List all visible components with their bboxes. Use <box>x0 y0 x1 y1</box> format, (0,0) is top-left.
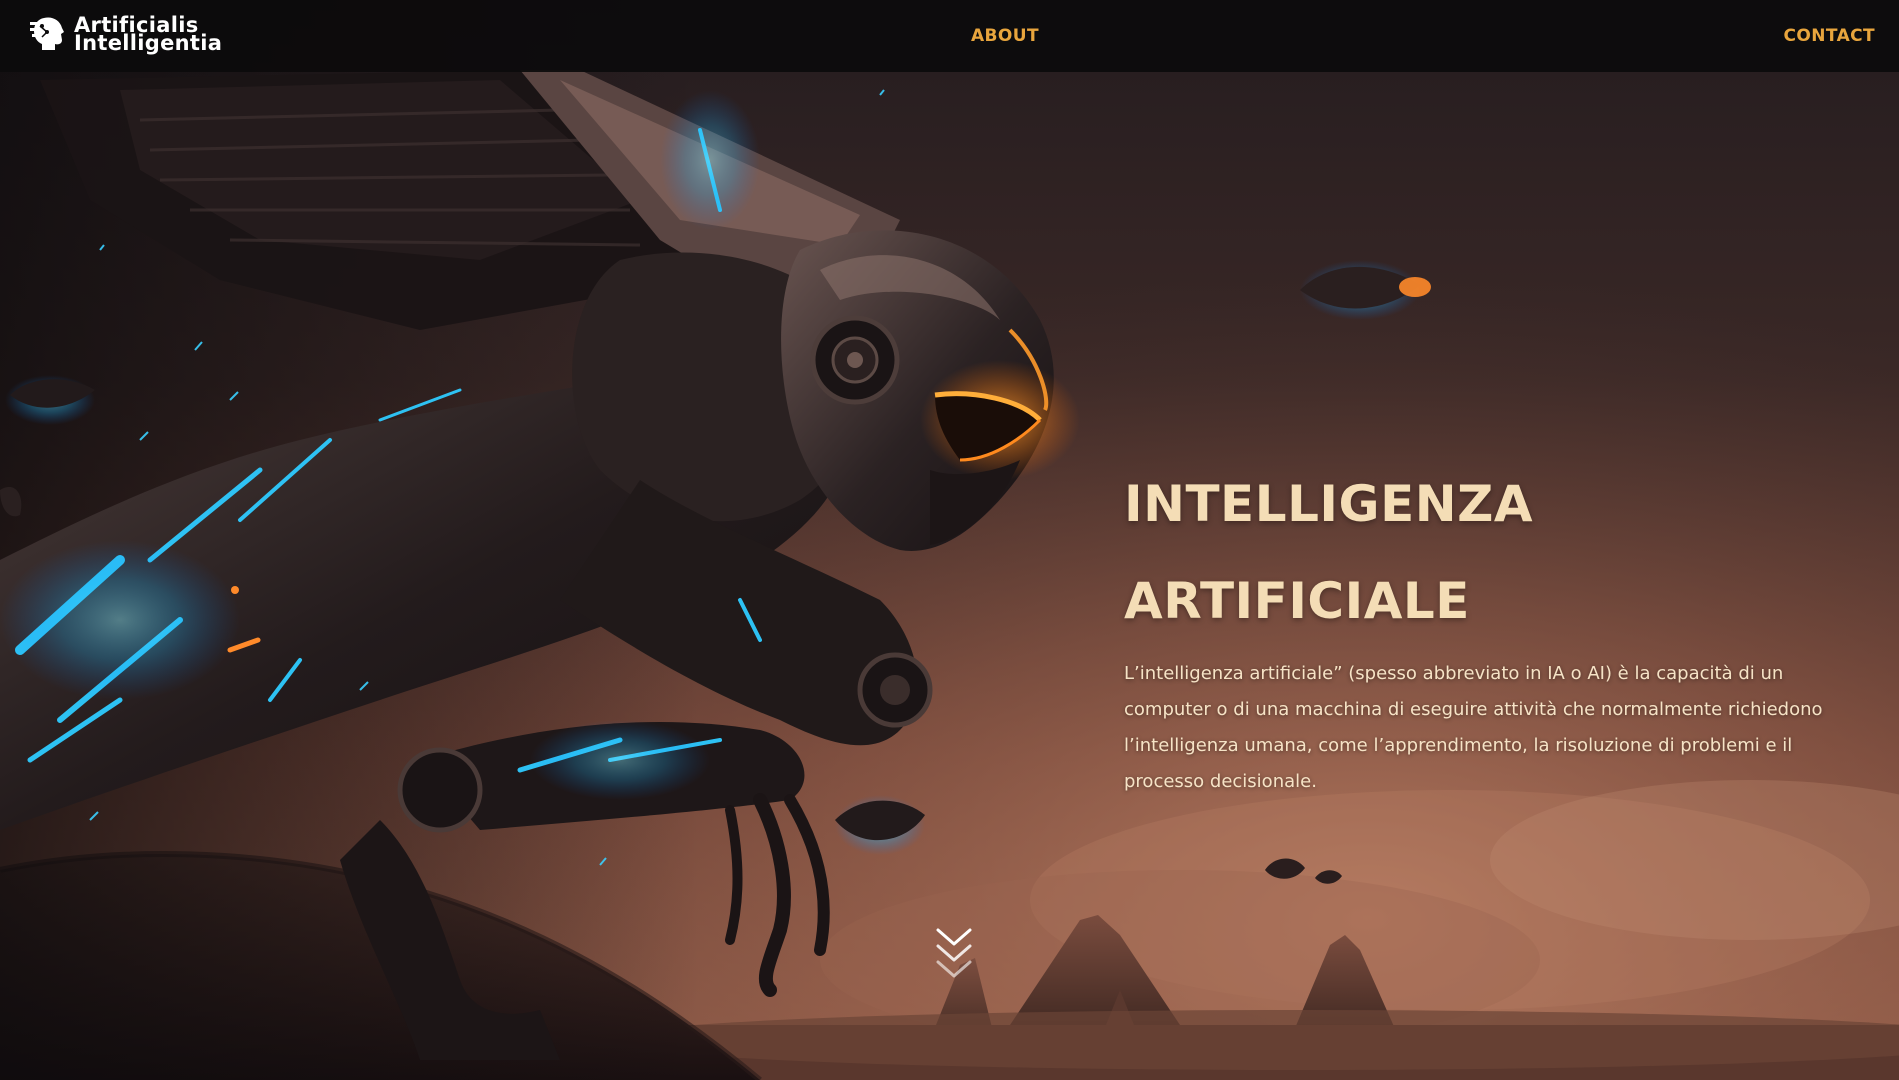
nav-about-link[interactable]: ABOUT <box>971 26 1039 46</box>
hero-title-line1: INTELLIGENZA <box>1124 475 1534 533</box>
drone-center <box>835 795 925 855</box>
drone-left <box>5 375 95 425</box>
brand-logo[interactable]: Artificialis Intelligentia <box>30 14 222 54</box>
brand-name: Artificialis Intelligentia <box>74 15 223 55</box>
robot-head-icon <box>30 17 64 50</box>
page: Artificialis Intelligentia ABOUT CONTACT… <box>0 0 1899 1080</box>
hero-illustration <box>0 0 1899 1080</box>
hero-title: INTELLIGENZA ARTIFICIALE <box>1124 456 1533 650</box>
top-navbar: Artificialis Intelligentia ABOUT CONTACT <box>0 0 1899 72</box>
hero-title-line2: ARTIFICIALE <box>1124 572 1470 630</box>
scroll-down-button[interactable] <box>934 926 974 986</box>
chevrons-down-icon <box>936 928 972 978</box>
brand-name-line2: Intelligentia <box>74 31 223 55</box>
nav-contact-link[interactable]: CONTACT <box>1784 26 1875 46</box>
hero-section <box>0 0 1899 1080</box>
hero-description: L’intelligenza artificiale” (spesso abbr… <box>1124 663 1823 792</box>
